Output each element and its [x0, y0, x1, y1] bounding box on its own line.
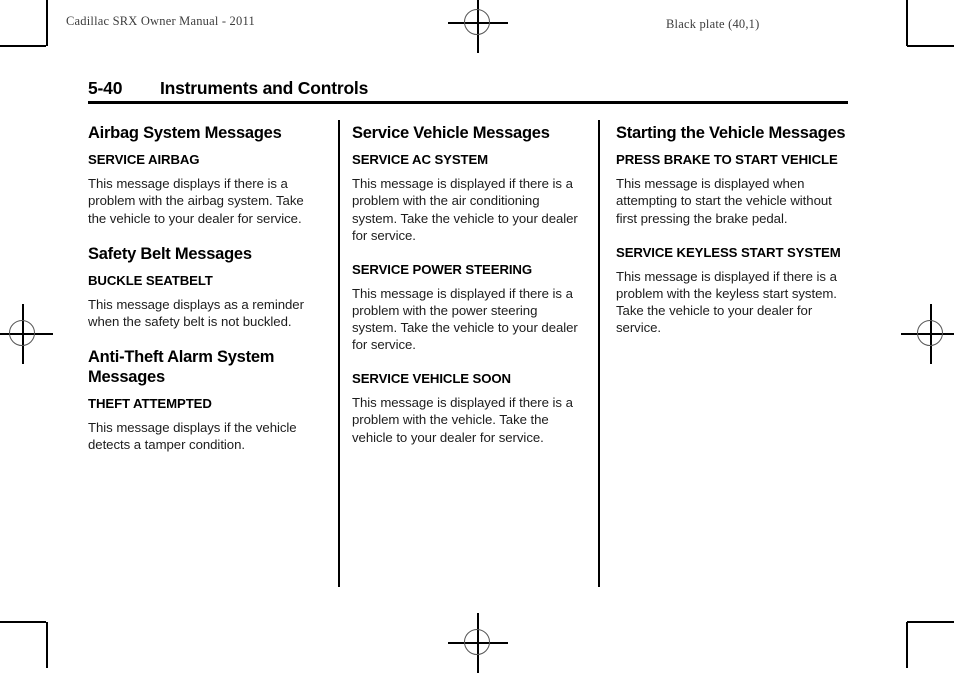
message-subheading: PRESS BRAKE TO START VEHICLE: [616, 152, 838, 168]
column-gap: [586, 124, 616, 472]
section-heading: Anti-Theft Alarm System Messages: [88, 348, 275, 386]
message-body: This message displays if the vehicle det…: [88, 420, 297, 453]
section-heading: Service Vehicle Messages: [352, 124, 550, 142]
message-block: THEFT ATTEMPTED This message displays if…: [88, 396, 322, 453]
message-body: This message displays as a reminder when…: [88, 297, 304, 330]
message-subheading: BUCKLE SEATBELT: [88, 273, 213, 289]
message-subheading: SERVICE KEYLESS START SYSTEM: [616, 244, 841, 260]
registration-mark-bottom: [448, 613, 508, 673]
message-block: SERVICE VEHICLE SOON This message is dis…: [352, 371, 586, 445]
manual-page: Cadillac SRX Owner Manual - 2011 Black p…: [0, 0, 954, 673]
message-body: This message is displayed if there is a …: [352, 395, 573, 445]
content-column-3: Starting the Vehicle Messages PRESS BRAK…: [616, 124, 850, 472]
section: Service Vehicle Messages SERVICE AC SYST…: [352, 124, 586, 446]
page-header: 5-40 Instruments and Controls: [88, 78, 848, 99]
registration-mark-right: [901, 304, 954, 364]
registration-mark-top: [448, 0, 508, 53]
message-block: SERVICE POWER STEERING This message is d…: [352, 262, 586, 353]
content-column-1: Airbag System Messages SERVICE AIRBAG Th…: [88, 124, 322, 472]
title-divider-rule: [88, 101, 848, 104]
crop-mark-top-right-vertical: [906, 0, 908, 46]
page-title: Instruments and Controls: [160, 78, 369, 98]
crop-mark-top-left-horizontal: [0, 45, 46, 47]
content-columns: Airbag System Messages SERVICE AIRBAG Th…: [88, 124, 850, 472]
message-block: PRESS BRAKE TO START VEHICLE This messag…: [616, 152, 850, 226]
crop-mark-top-left-vertical: [46, 0, 48, 46]
message-subheading: SERVICE AC SYSTEM: [352, 152, 489, 168]
message-body: This message is displayed when attemptin…: [616, 176, 832, 226]
page-number: 5-40: [88, 78, 123, 98]
message-body: This message is displayed if there is a …: [352, 285, 578, 353]
message-block: SERVICE KEYLESS START SYSTEM This messag…: [616, 245, 850, 336]
message-subheading: SERVICE VEHICLE SOON: [352, 371, 511, 387]
crop-mark-bottom-left-horizontal: [0, 621, 46, 623]
section: Starting the Vehicle Messages PRESS BRAK…: [616, 124, 850, 336]
message-block: BUCKLE SEATBELT This message displays as…: [88, 273, 322, 330]
section: Anti-Theft Alarm System Messages THEFT A…: [88, 348, 322, 453]
registration-mark-left: [0, 304, 53, 364]
crop-mark-top-right-horizontal: [907, 45, 954, 47]
message-body: This message is displayed if there is a …: [616, 268, 837, 336]
section: Safety Belt Messages BUCKLE SEATBELT Thi…: [88, 245, 322, 331]
running-head-left: Cadillac SRX Owner Manual - 2011: [66, 14, 255, 28]
content-column-2: Service Vehicle Messages SERVICE AC SYST…: [352, 124, 586, 472]
section-heading: Airbag System Messages: [88, 124, 282, 142]
running-head-right: Black plate (40,1): [666, 17, 760, 31]
message-subheading: THEFT ATTEMPTED: [88, 396, 212, 412]
section: Airbag System Messages SERVICE AIRBAG Th…: [88, 124, 322, 227]
message-subheading: SERVICE AIRBAG: [88, 152, 200, 168]
message-body: This message is displayed if there is a …: [352, 176, 578, 243]
column-gap: [322, 124, 352, 472]
section-heading: Safety Belt Messages: [88, 244, 252, 263]
crop-mark-bottom-right-vertical: [906, 622, 908, 668]
message-block: SERVICE AC SYSTEM This message is displa…: [352, 152, 586, 243]
crop-mark-bottom-left-vertical: [46, 622, 48, 668]
message-body: This message displays if there is a prob…: [88, 176, 304, 226]
section-heading: Starting the Vehicle Messages: [616, 124, 846, 142]
message-block: SERVICE AIRBAG This message displays if …: [88, 152, 322, 226]
crop-mark-bottom-right-horizontal: [907, 621, 954, 623]
message-subheading: SERVICE POWER STEERING: [352, 261, 533, 277]
